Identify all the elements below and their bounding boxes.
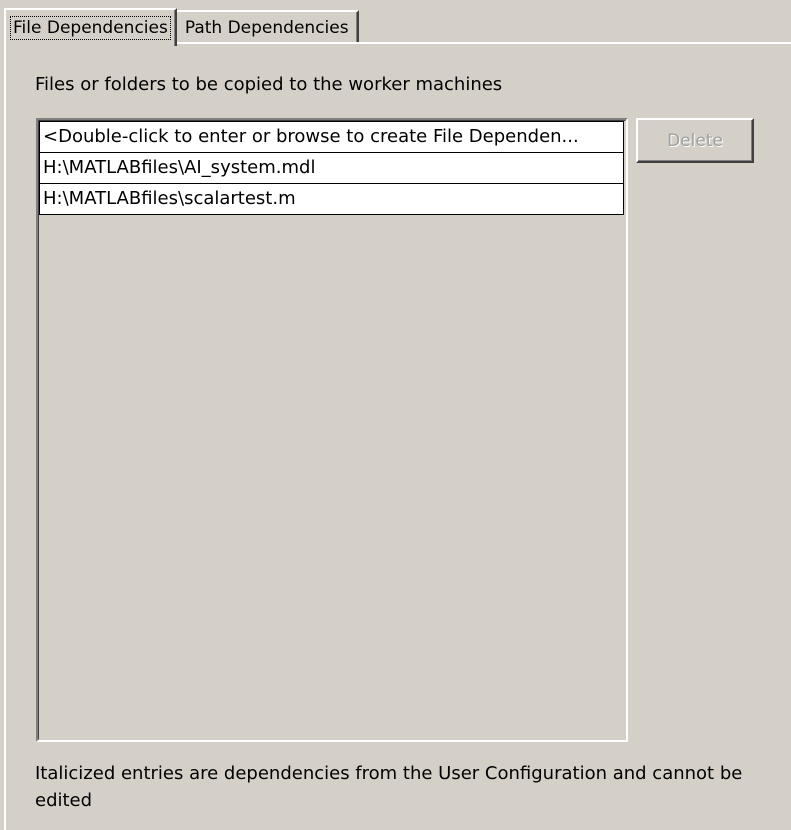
footnote-text: Italicized entries are dependencies from… <box>35 763 743 811</box>
file-dependencies-list[interactable]: <Double-click to enter or browse to crea… <box>36 118 628 742</box>
list-rows: <Double-click to enter or browse to crea… <box>39 121 624 215</box>
tab-file-dependencies[interactable]: File Dependencies <box>4 8 177 46</box>
list-item[interactable]: H:\MATLABfiles\AI_system.mdl <box>39 152 624 184</box>
tab-file-dependencies-label: File Dependencies <box>10 16 171 40</box>
delete-button[interactable]: Delete <box>636 118 754 163</box>
list-item-new-entry-prompt[interactable]: <Double-click to enter or browse to crea… <box>39 121 624 153</box>
panel-border-left <box>4 42 6 830</box>
file-dependencies-panel: File Dependencies Path Dependencies File… <box>0 0 791 830</box>
tab-path-dependencies-label: Path Dependencies <box>184 18 349 38</box>
section-heading: Files or folders to be copied to the wor… <box>35 74 503 95</box>
tab-strip: File Dependencies Path Dependencies <box>4 6 359 46</box>
tab-path-dependencies[interactable]: Path Dependencies <box>174 10 359 44</box>
list-item[interactable]: H:\MATLABfiles\scalartest.m <box>39 183 624 215</box>
